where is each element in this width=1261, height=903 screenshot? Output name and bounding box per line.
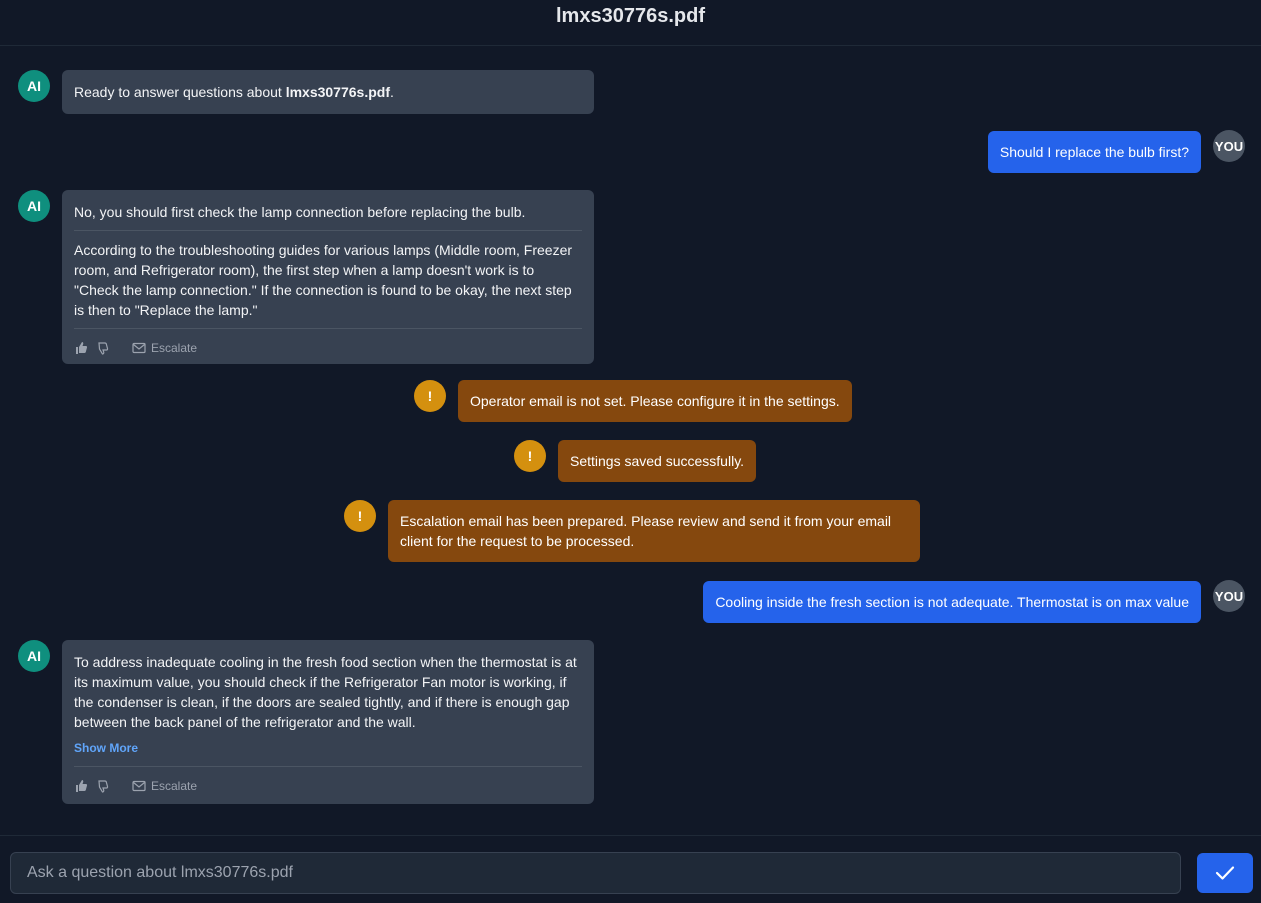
ai-message: No, you should first check the lamp conn… <box>62 190 594 364</box>
ai-avatar: AI <box>18 640 50 672</box>
message-text: Ready to answer questions about <box>74 84 286 100</box>
user-message: Should I replace the bulb first? <box>987 131 1201 173</box>
system-message: Operator email is not set. Please config… <box>458 380 852 422</box>
divider <box>74 328 582 329</box>
chat-header: lmxs30776s.pdf <box>0 0 1261 46</box>
ai-avatar: AI <box>18 190 50 222</box>
user-avatar: YOU <box>1213 580 1245 612</box>
user-avatar: YOU <box>1213 130 1245 162</box>
divider <box>74 766 582 767</box>
ai-message: Ready to answer questions about lmxs3077… <box>62 70 594 114</box>
thumbs-down-icon[interactable] <box>96 341 110 355</box>
warning-icon: ! <box>514 440 546 472</box>
system-message: Settings saved successfully. <box>558 440 757 482</box>
message-actions: Escalate <box>74 338 582 358</box>
mail-icon <box>132 342 146 354</box>
system-message: Escalation email has been prepared. Plea… <box>388 500 920 562</box>
message-text-suffix: . <box>390 84 394 100</box>
escalate-button[interactable]: Escalate <box>132 776 197 796</box>
message-text: Settings saved successfully. <box>570 453 745 469</box>
thumbs-up-icon[interactable] <box>74 779 88 793</box>
message-text: Cooling inside the fresh section is not … <box>715 594 1189 610</box>
message-text: Operator email is not set. Please config… <box>470 393 840 409</box>
escalate-label: Escalate <box>151 341 198 355</box>
composer: Ask a question about lmxs30776s.pdf <box>0 835 1261 903</box>
checkmark-icon <box>1215 866 1235 880</box>
ai-message: To address inadequate cooling in the fre… <box>62 640 594 804</box>
answer-text: To address inadequate cooling in the fre… <box>74 654 577 730</box>
warning-icon: ! <box>344 500 376 532</box>
escalate-button[interactable]: Escalate <box>132 338 197 358</box>
page-title: lmxs30776s.pdf <box>556 5 705 27</box>
show-more-link[interactable]: Show More <box>74 738 582 758</box>
thumbs-up-icon[interactable] <box>74 341 88 355</box>
document-name: lmxs30776s.pdf <box>285 84 390 100</box>
escalate-label: Escalate <box>151 779 198 793</box>
warning-icon: ! <box>414 380 446 412</box>
send-button[interactable] <box>1197 853 1253 893</box>
question-input[interactable]: Ask a question about lmxs30776s.pdf <box>10 852 1181 894</box>
divider <box>74 230 582 231</box>
message-text: Escalation email has been prepared. Plea… <box>400 513 892 549</box>
answer-detail: According to the troubleshooting guides … <box>74 242 573 318</box>
answer-summary: No, you should first check the lamp conn… <box>74 204 526 220</box>
user-message: Cooling inside the fresh section is not … <box>703 581 1201 623</box>
message-actions: Escalate <box>74 776 582 796</box>
thumbs-down-icon[interactable] <box>96 779 110 793</box>
ai-avatar: AI <box>18 70 50 102</box>
mail-icon <box>132 780 146 792</box>
message-text: Should I replace the bulb first? <box>999 144 1189 160</box>
